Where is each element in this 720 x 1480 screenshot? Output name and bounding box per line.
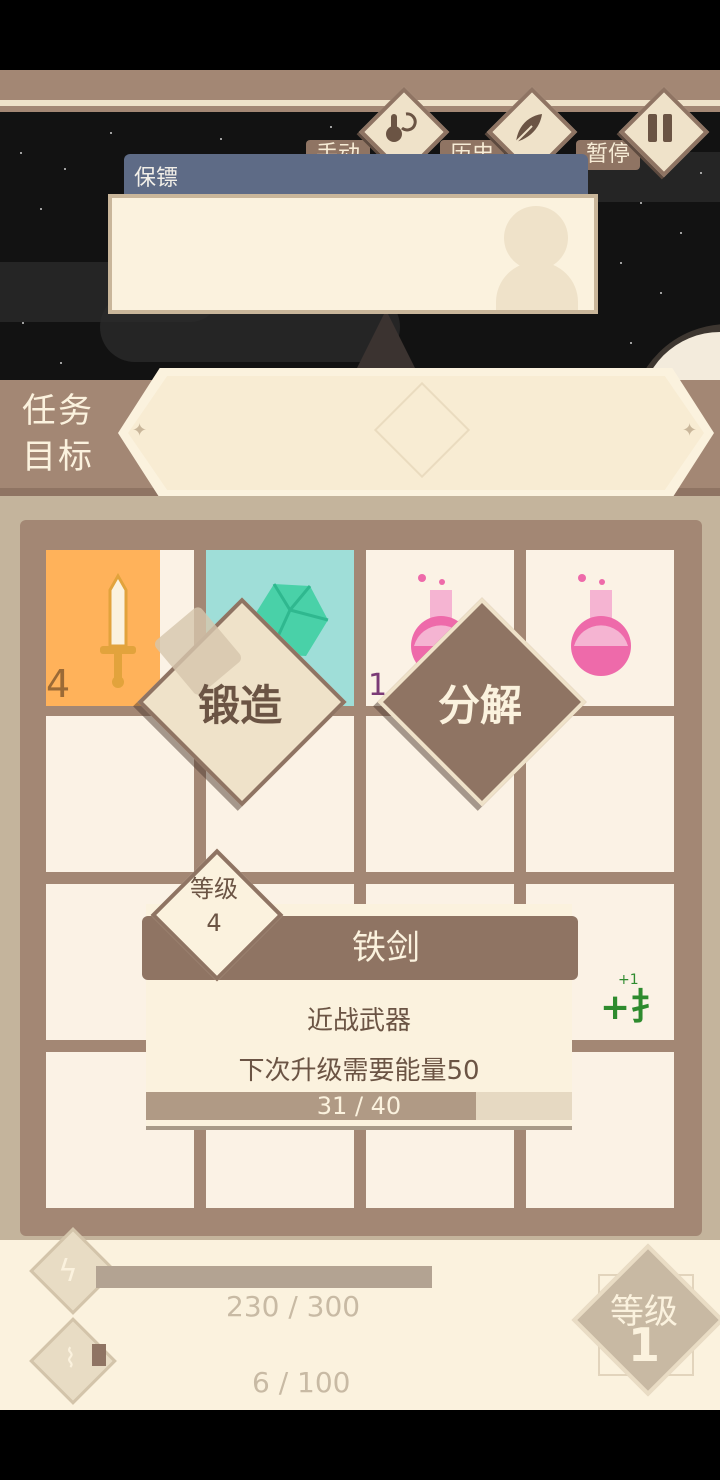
- potion-icon: [571, 574, 631, 676]
- tower-silhouette: [356, 310, 416, 370]
- bonus-glyph: +扌: [600, 987, 667, 1028]
- sword-icon: [100, 572, 136, 688]
- item-level-text: 等级 4: [160, 872, 268, 940]
- mission-label: 任务 目标: [22, 388, 94, 480]
- bodyguard-avatar-icon: [504, 206, 568, 270]
- energy-bar: [96, 1266, 432, 1288]
- sparkle-icon: ✦: [132, 420, 148, 441]
- item-next-upgrade: 下次升级需要能量50: [238, 1056, 480, 1086]
- item-type: 近战武器: [306, 1006, 411, 1036]
- item-count: 4: [46, 662, 71, 706]
- player-level-value: 1: [627, 1318, 660, 1372]
- exp-text: 6 / 100: [252, 1366, 351, 1399]
- lightning-icon: ϟ: [58, 1254, 78, 1289]
- exp-bar-fill: [92, 1344, 106, 1366]
- mission-label-line1: 任务: [22, 391, 94, 431]
- inventory-slot[interactable]: [46, 716, 194, 872]
- sparkle-icon: ✦: [682, 420, 698, 441]
- bodyguard-label: 保镖: [134, 166, 179, 191]
- item-level-value: 4: [206, 909, 222, 937]
- item-level-label: 等级: [190, 875, 238, 903]
- top-bar-line: [0, 100, 720, 106]
- decompose-label: 分解: [437, 681, 522, 730]
- nav-bar-area: [0, 1410, 720, 1480]
- forge-label: 锻造: [197, 681, 282, 730]
- mission-label-line2: 目标: [22, 437, 94, 477]
- energy-text: 230 / 300: [226, 1290, 361, 1323]
- item-progress-text: 31 / 40: [316, 1092, 402, 1120]
- stairs-icon: ⌇: [64, 1344, 77, 1374]
- pause-icon: [624, 92, 696, 164]
